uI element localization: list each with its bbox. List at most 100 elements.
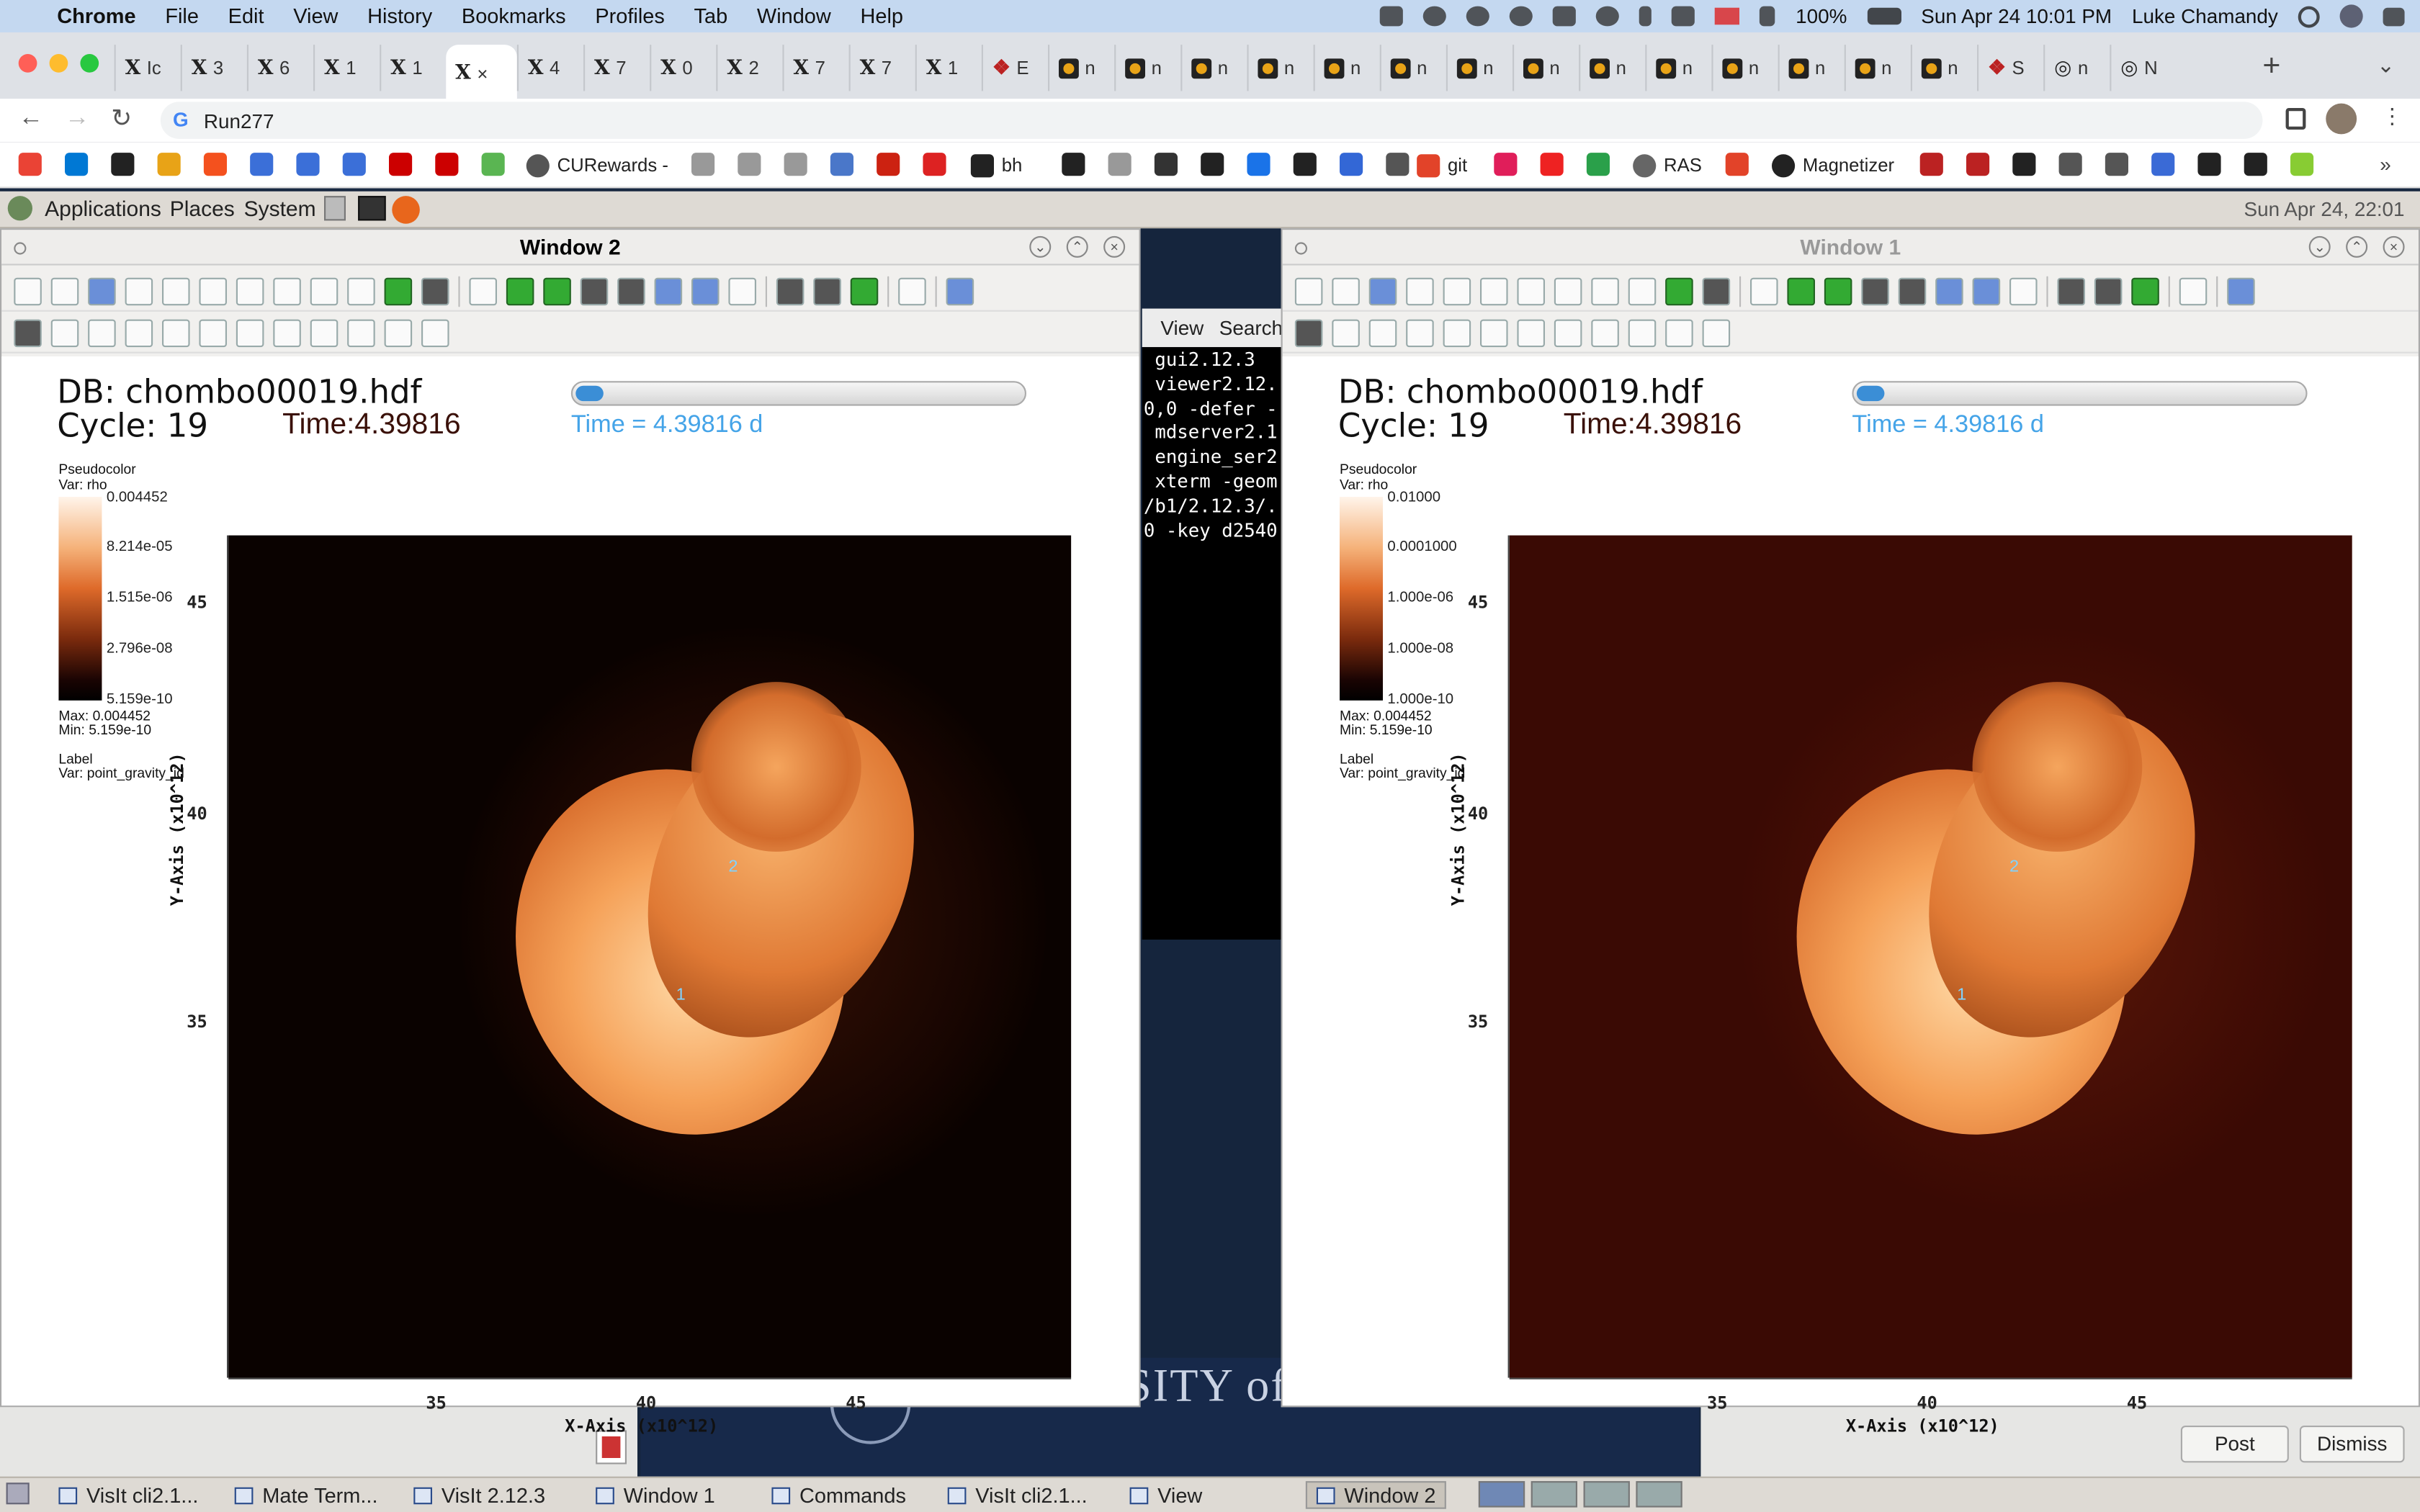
zoom-icon[interactable]: [1332, 318, 1360, 347]
settings-icon[interactable]: [946, 276, 974, 305]
maximize-icon[interactable]: ⌃: [2346, 235, 2368, 258]
bookmark-favicon-icon[interactable]: [2197, 153, 2221, 176]
zone-pick-icon[interactable]: [1368, 318, 1397, 347]
taskbar-item[interactable]: Window 2: [1305, 1481, 1447, 1509]
bookmark-favicon-icon[interactable]: [435, 153, 459, 176]
browser-tab[interactable]: X7: [782, 45, 848, 91]
close-icon[interactable]: ×: [1103, 235, 1126, 258]
menu-tab[interactable]: Tab: [694, 4, 728, 27]
layout-2x2-icon[interactable]: [1517, 276, 1545, 305]
bookmark-favicon-icon[interactable]: [1494, 153, 1518, 176]
layout-3x3-icon[interactable]: [1628, 276, 1657, 305]
bookmark-favicon-icon[interactable]: [1154, 153, 1178, 176]
browser-tab[interactable]: ❖ E: [981, 45, 1048, 91]
bookmark-ras[interactable]: RAS: [1633, 153, 1702, 177]
line-tool-icon[interactable]: [273, 318, 301, 347]
window-menu-icon[interactable]: [1294, 242, 1307, 255]
browser-tab[interactable]: X4: [516, 45, 583, 91]
recenter-icon[interactable]: [543, 276, 571, 305]
new-tab-plus-icon[interactable]: +: [2262, 50, 2280, 85]
browser-tab[interactable]: X1: [380, 45, 446, 91]
lineout-icon[interactable]: [421, 276, 449, 305]
user-name[interactable]: Luke Chamandy: [2132, 4, 2278, 27]
browser-tab[interactable]: n: [1247, 45, 1313, 91]
visit-window-1[interactable]: Window 1 ⌄ ⌃ × 1 2 DB: chombo00019.hdf Cycle: 1…: [1281, 228, 2420, 1436]
bookmark-favicon-icon[interactable]: [1725, 153, 1749, 176]
browser-tab[interactable]: n: [1645, 45, 1711, 91]
side-panel-icon[interactable]: [2285, 108, 2306, 130]
menu-bookmarks[interactable]: Bookmarks: [462, 4, 566, 27]
spotlight-icon[interactable]: [2298, 5, 2320, 27]
copy-window-icon[interactable]: [88, 276, 116, 305]
browser-tab[interactable]: X0: [650, 45, 716, 91]
view-icon[interactable]: [1787, 276, 1815, 305]
plane-tool-icon[interactable]: [1591, 318, 1619, 347]
reload-icon[interactable]: ↻: [111, 104, 132, 135]
bookmark-favicon-icon[interactable]: [296, 153, 320, 176]
rewind-icon[interactable]: [2057, 276, 2085, 305]
bookmark-favicon-icon[interactable]: [738, 153, 761, 176]
bookmark-favicon-icon[interactable]: [203, 153, 227, 176]
menu-app[interactable]: Chrome: [57, 4, 135, 27]
workspace-3[interactable]: [1583, 1481, 1630, 1508]
minimize-window-button[interactable]: [49, 54, 68, 73]
new-window-icon[interactable]: [1294, 276, 1323, 305]
clear-window-icon[interactable]: [1406, 276, 1434, 305]
bookmark-favicon-icon[interactable]: [157, 153, 181, 176]
wifi-icon[interactable]: [1672, 6, 1695, 27]
clear-window-icon[interactable]: [125, 276, 153, 305]
lock-view-icon[interactable]: [1935, 276, 1963, 305]
camera-icon[interactable]: [580, 276, 609, 305]
bookmark-favicon-icon[interactable]: [2012, 153, 2036, 176]
minimize-icon[interactable]: ⌄: [1029, 235, 1052, 258]
close-window-button[interactable]: [18, 54, 37, 73]
browser-tab[interactable]: n: [1446, 45, 1512, 91]
node-pick-icon[interactable]: [1406, 318, 1434, 347]
workspace-4[interactable]: [1636, 1481, 1682, 1508]
bookmark-favicon-icon[interactable]: [1586, 153, 1610, 176]
bookmark-favicon-icon[interactable]: [18, 153, 42, 176]
airplay-icon[interactable]: [1553, 6, 1577, 27]
tab-search-chevron-icon[interactable]: ⌄: [2377, 53, 2395, 78]
window-menu-icon[interactable]: [14, 242, 27, 255]
recenter-icon[interactable]: [1824, 276, 1852, 305]
bookmark-favicon-icon[interactable]: [65, 153, 89, 176]
bookmark-favicon-icon[interactable]: [250, 153, 274, 176]
lock-time-icon[interactable]: [1972, 276, 2001, 305]
mate-clock[interactable]: Sun Apr 24, 22:01: [2244, 197, 2405, 220]
post-button[interactable]: Post: [2180, 1425, 2289, 1463]
bookmark-favicon-icon[interactable]: [1201, 153, 1224, 176]
bookmark-favicon-icon[interactable]: [2244, 153, 2267, 176]
close-icon[interactable]: ×: [2383, 235, 2405, 258]
control-center-icon[interactable]: [2383, 6, 2405, 26]
clone-window-icon[interactable]: [1332, 276, 1360, 305]
lineout-tool-icon[interactable]: [1480, 318, 1508, 347]
dropbox-icon[interactable]: [1380, 6, 1404, 27]
copy-window-icon[interactable]: [1368, 276, 1397, 305]
pick-tool-icon[interactable]: [236, 318, 264, 347]
maximize-icon[interactable]: ⌃: [1066, 235, 1088, 258]
density-plot[interactable]: 12: [1509, 535, 2352, 1378]
bookmark-git[interactable]: git: [1417, 153, 1467, 177]
home-icon[interactable]: [2009, 276, 2038, 305]
node-pick-icon[interactable]: [125, 318, 153, 347]
volume-icon[interactable]: [1760, 6, 1776, 27]
spreadsheet-pick-icon[interactable]: [1443, 318, 1471, 347]
box-tool-icon[interactable]: [1628, 318, 1657, 347]
pick-icon[interactable]: [1665, 276, 1693, 305]
layout-1x1-icon[interactable]: [162, 276, 190, 305]
menu-profiles[interactable]: Profiles: [595, 4, 664, 27]
pick-tool-icon[interactable]: [1517, 318, 1545, 347]
clock[interactable]: Sun Apr 24 10:01 PM: [1921, 4, 2112, 27]
bookmark-curewards[interactable]: CURewards -: [526, 153, 668, 177]
workspace-2[interactable]: [1531, 1481, 1577, 1508]
lock-time-icon[interactable]: [691, 276, 720, 305]
terminal-menu-view[interactable]: View: [1160, 316, 1204, 339]
bookmark-favicon-icon[interactable]: [1293, 153, 1317, 176]
axis-restrict-icon[interactable]: [421, 318, 449, 347]
browser-tab[interactable]: X3: [180, 45, 247, 91]
bookmark-favicon-icon[interactable]: [481, 153, 505, 176]
line-tool-icon[interactable]: [1554, 318, 1582, 347]
bookmark-bh[interactable]: bh: [970, 153, 1022, 177]
menu-history[interactable]: History: [367, 4, 432, 27]
